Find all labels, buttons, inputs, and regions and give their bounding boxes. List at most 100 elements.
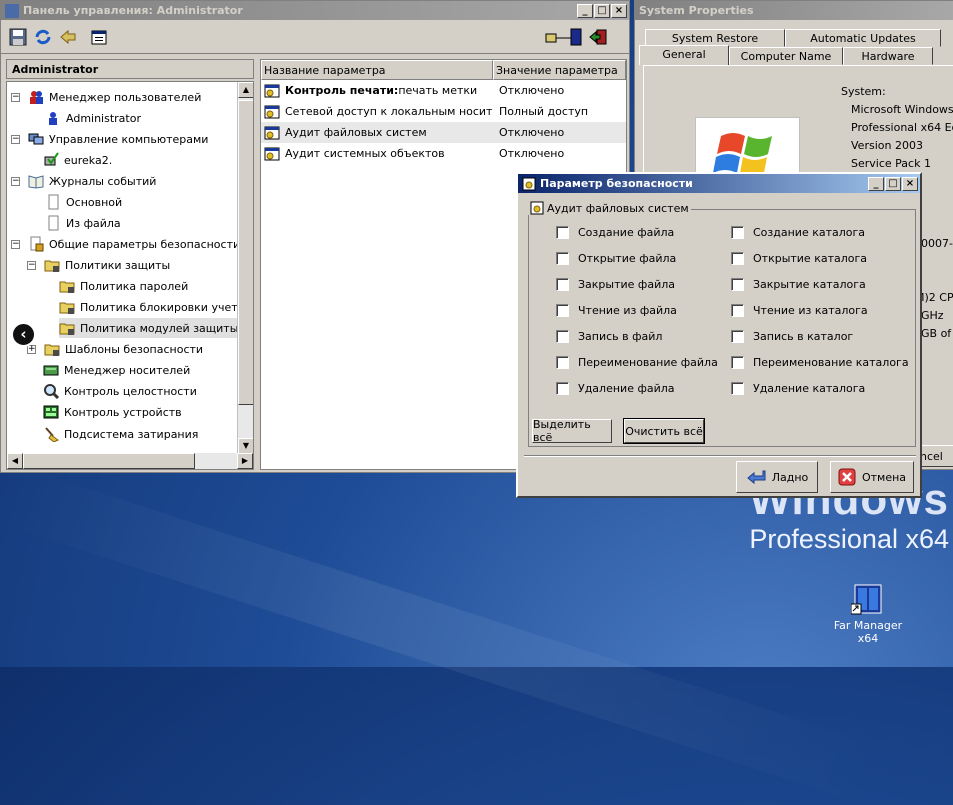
maximize-button[interactable]: □: [594, 3, 610, 18]
checkbox-write-dir[interactable]: Запись в каталог: [731, 330, 853, 343]
dialog-minimize-button[interactable]: _: [868, 176, 884, 191]
collapse-toggle[interactable]: −: [11, 134, 20, 144]
folder-lock-icon: [44, 257, 60, 273]
checkbox-box[interactable]: [556, 382, 569, 395]
checkbox-rename-file[interactable]: Переименование файла: [556, 356, 718, 369]
tree-item-password-policy[interactable]: Политика паролей: [59, 276, 188, 296]
tab-automatic-updates[interactable]: Automatic Updates: [785, 29, 941, 47]
exit-tool-button[interactable]: [587, 26, 609, 48]
tab-computer-name[interactable]: Computer Name: [729, 47, 843, 65]
far-manager-icon: [850, 584, 882, 615]
tree-item-general-security[interactable]: − Общие параметры безопасности: [11, 234, 240, 254]
collapse-toggle[interactable]: −: [11, 176, 20, 186]
refresh-tool-button[interactable]: [32, 26, 54, 48]
ok-label: Ладно: [771, 470, 809, 484]
checkbox-box[interactable]: [556, 330, 569, 343]
far-manager-label[interactable]: Far Manager x64: [832, 619, 904, 645]
tab-general[interactable]: General: [639, 45, 729, 65]
scroll-right-button[interactable]: ▶: [237, 453, 253, 469]
checkbox-box[interactable]: [556, 278, 569, 291]
collapse-toggle[interactable]: −: [11, 239, 20, 249]
tree-item-module-policy[interactable]: Политика модулей защиты: [59, 318, 238, 338]
system-properties-titlebar[interactable]: System Properties: [635, 1, 953, 20]
dialog-titlebar[interactable]: Параметр безопасности _ □ ×: [518, 174, 920, 193]
scroll-left-button[interactable]: ◀: [7, 453, 23, 469]
checkbox-write-file[interactable]: Запись в файл: [556, 330, 662, 343]
list-row[interactable]: Аудит системных объектов Отключено: [261, 143, 626, 164]
checkbox-box[interactable]: [731, 252, 744, 265]
exit-icon: [589, 29, 607, 44]
checkbox-box[interactable]: [731, 382, 744, 395]
folder-lock-icon: [59, 299, 75, 315]
tab-hardware[interactable]: Hardware: [843, 47, 933, 65]
checkbox-box[interactable]: [556, 304, 569, 317]
properties-tool-button[interactable]: [88, 26, 110, 48]
tree-item-main-log[interactable]: Основной: [45, 192, 122, 212]
tree-item-media-manager[interactable]: Менеджер носителей: [43, 360, 190, 380]
control-panel-titlebar[interactable]: Панель управления: Administrator _ □ ×: [1, 1, 629, 20]
tree-label: Основной: [66, 195, 123, 209]
checkbox-box[interactable]: [556, 252, 569, 265]
tree-item-administrator[interactable]: Administrator: [45, 108, 141, 128]
connect-tool-button[interactable]: [544, 26, 584, 48]
checkbox-open-dir[interactable]: Открытие каталога: [731, 252, 867, 265]
checkbox-create-file[interactable]: Создание файла: [556, 226, 674, 239]
hscroll-thumb[interactable]: [23, 453, 195, 469]
checkbox-box[interactable]: [731, 356, 744, 369]
checkbox-create-dir[interactable]: Создание каталога: [731, 226, 865, 239]
tree-horizontal-scrollbar[interactable]: ◀ ▶: [7, 453, 253, 469]
tree-item-eureka2[interactable]: eureka2.: [43, 150, 112, 170]
dialog-maximize-button[interactable]: □: [885, 176, 901, 191]
close-button[interactable]: ×: [611, 3, 627, 18]
group-title-text: Аудит файловых систем: [547, 201, 689, 215]
checkbox-close-file[interactable]: Закрытие файла: [556, 278, 675, 291]
list-row[interactable]: Контроль печати: печать метки Отключено: [261, 80, 626, 101]
device-control-icon: [43, 404, 59, 420]
tree-item-computer-management[interactable]: − Управление компьютерами: [11, 129, 208, 149]
document-icon: [45, 215, 61, 231]
back-tool-button[interactable]: [57, 26, 79, 48]
tree-item-security-templates[interactable]: + Шаблоны безопасности: [27, 339, 203, 359]
checkbox-box[interactable]: [556, 356, 569, 369]
cancel-button[interactable]: Отмена: [830, 461, 914, 493]
tree-item-from-file[interactable]: Из файла: [45, 213, 121, 233]
tree-item-integrity-control[interactable]: Контроль целостности: [43, 381, 197, 401]
checkbox-box[interactable]: [731, 278, 744, 291]
minimize-button[interactable]: _: [577, 3, 593, 18]
checkbox-read-dir[interactable]: Чтение из каталога: [731, 304, 868, 317]
dialog-title: Параметр безопасности: [540, 177, 693, 190]
back-circle-button[interactable]: ‹: [11, 322, 36, 347]
column-header-value[interactable]: Значение параметра: [493, 60, 626, 80]
checkbox-rename-dir[interactable]: Переименование каталога: [731, 356, 909, 369]
collapse-toggle[interactable]: −: [11, 92, 20, 102]
select-all-button[interactable]: Выделить всё: [532, 418, 612, 444]
list-row[interactable]: Сетевой доступ к локальным носителям Пол…: [261, 101, 626, 122]
scroll-thumb[interactable]: [238, 100, 253, 405]
checkbox-close-dir[interactable]: Закрытие каталога: [731, 278, 866, 291]
checkbox-box[interactable]: [731, 304, 744, 317]
checkbox-box[interactable]: [731, 330, 744, 343]
checkbox-open-file[interactable]: Открытие файла: [556, 252, 676, 265]
clear-all-button[interactable]: Очистить всё: [623, 418, 705, 444]
tree-item-event-logs[interactable]: − Журналы событий: [11, 171, 156, 191]
dialog-close-button[interactable]: ×: [902, 176, 918, 191]
tree-item-wipe-subsystem[interactable]: Подсистема затирания: [43, 424, 198, 444]
checkbox-delete-dir[interactable]: Удаление каталога: [731, 382, 865, 395]
tree-vertical-scrollbar[interactable]: ▲ ▼: [237, 82, 253, 454]
desktop-icon-far-manager[interactable]: Far Manager x64: [832, 584, 904, 645]
list-row-selected[interactable]: Аудит файловых систем Отключено: [261, 122, 626, 143]
tree-item-lockout-policy[interactable]: Политика блокировки учетной: [59, 297, 253, 317]
collapse-toggle[interactable]: −: [27, 260, 36, 270]
tree-item-device-control[interactable]: Контроль устройств: [43, 402, 182, 422]
scroll-up-button[interactable]: ▲: [238, 82, 253, 98]
checkbox-read-file[interactable]: Чтение из файла: [556, 304, 677, 317]
checkbox-box[interactable]: [731, 226, 744, 239]
save-tool-button[interactable]: [7, 26, 29, 48]
scroll-down-button[interactable]: ▼: [238, 438, 253, 454]
column-header-name[interactable]: Название параметра: [261, 60, 493, 80]
tree-item-protection-policies[interactable]: − Политики защиты: [27, 255, 170, 275]
checkbox-delete-file[interactable]: Удаление файла: [556, 382, 675, 395]
ok-button[interactable]: Ладно: [736, 461, 818, 493]
checkbox-box[interactable]: [556, 226, 569, 239]
tree-item-users-manager[interactable]: − Менеджер пользователей: [11, 87, 201, 107]
